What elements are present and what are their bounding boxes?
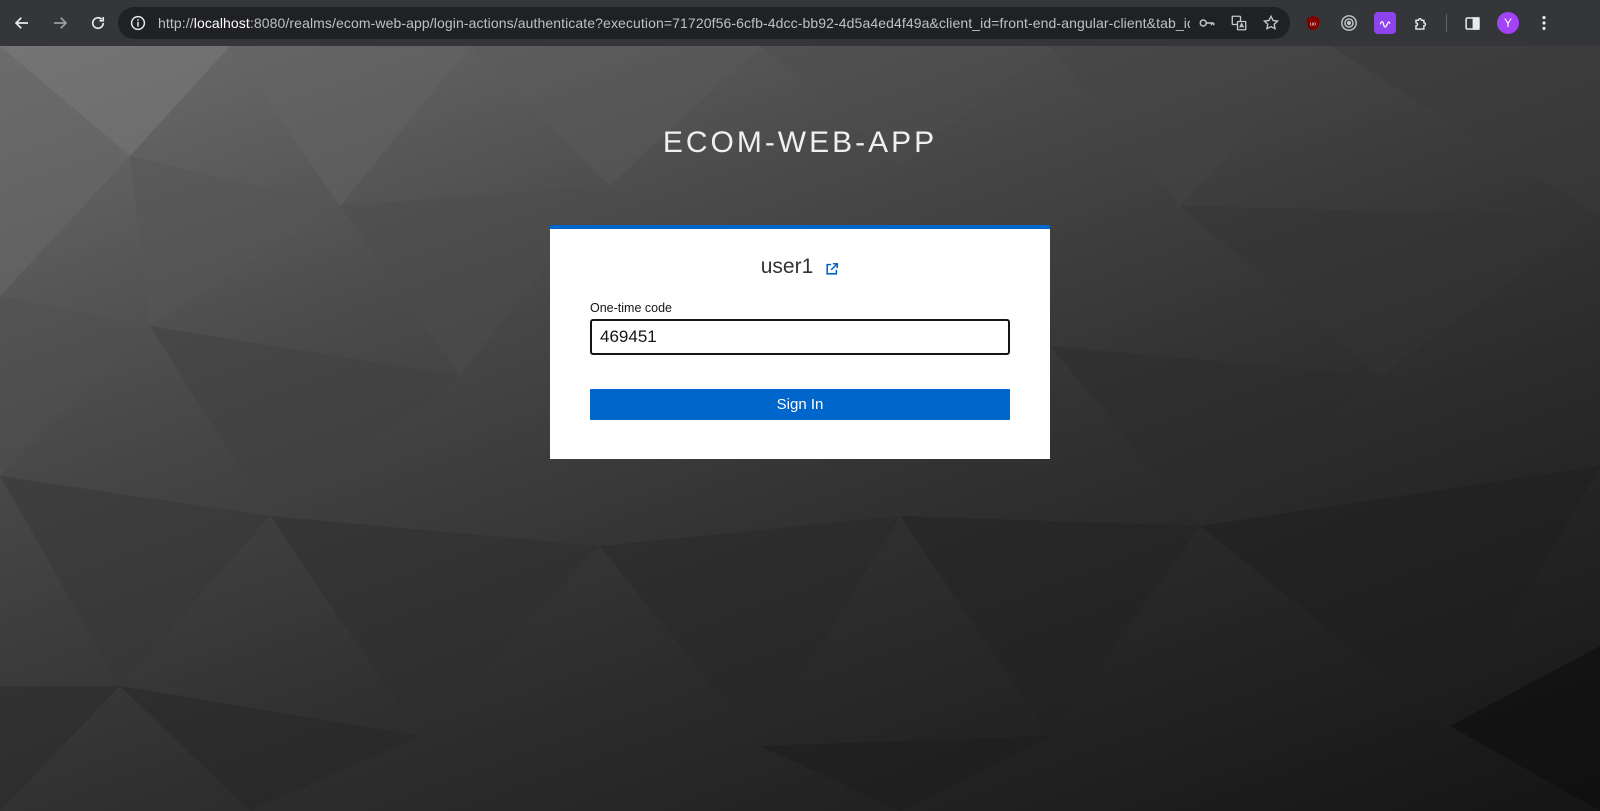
browser-toolbar: http://localhost:8080/realms/ecom-web-ap… — [0, 0, 1600, 46]
svg-text:uo: uo — [1310, 22, 1316, 28]
menu-kebab-icon[interactable] — [1533, 12, 1555, 34]
key-icon[interactable] — [1198, 14, 1216, 32]
reload-icon[interactable] — [80, 5, 116, 41]
attempted-username: user1 — [550, 255, 1050, 279]
toolbar-divider — [1446, 14, 1447, 32]
url-path: :8080/realms/ecom-web-app/login-actions/… — [249, 15, 1190, 31]
username-text: user1 — [760, 255, 814, 278]
restart-login-icon[interactable] — [825, 262, 839, 276]
bookmark-star-icon[interactable] — [1262, 14, 1280, 32]
url-host: localhost — [193, 15, 250, 31]
back-icon[interactable] — [4, 5, 40, 41]
otp-input[interactable] — [590, 319, 1010, 355]
otp-label: One-time code — [590, 301, 672, 315]
site-info-icon[interactable] — [128, 13, 148, 33]
forward-icon[interactable] — [42, 5, 78, 41]
translate-icon[interactable] — [1230, 14, 1248, 32]
sign-in-button[interactable]: Sign In — [590, 389, 1010, 420]
extensions-puzzle-icon[interactable] — [1410, 12, 1432, 34]
profile-avatar[interactable]: Y — [1497, 12, 1519, 34]
purple-extension-icon[interactable] — [1374, 12, 1396, 34]
side-panel-icon[interactable] — [1461, 12, 1483, 34]
address-bar[interactable]: http://localhost:8080/realms/ecom-web-ap… — [118, 7, 1290, 39]
url-text[interactable]: http://localhost:8080/realms/ecom-web-ap… — [158, 15, 1190, 31]
realm-title: ECOM-WEB-APP — [662, 126, 938, 159]
ublock-extension-icon[interactable]: uo — [1302, 12, 1324, 34]
login-card: user1 One-time code Sign In — [550, 225, 1050, 459]
login-page: ECOM-WEB-APP user1 One-time code Sign In — [0, 46, 1600, 811]
url-scheme: http:// — [158, 15, 194, 31]
target-extension-icon[interactable] — [1338, 12, 1360, 34]
